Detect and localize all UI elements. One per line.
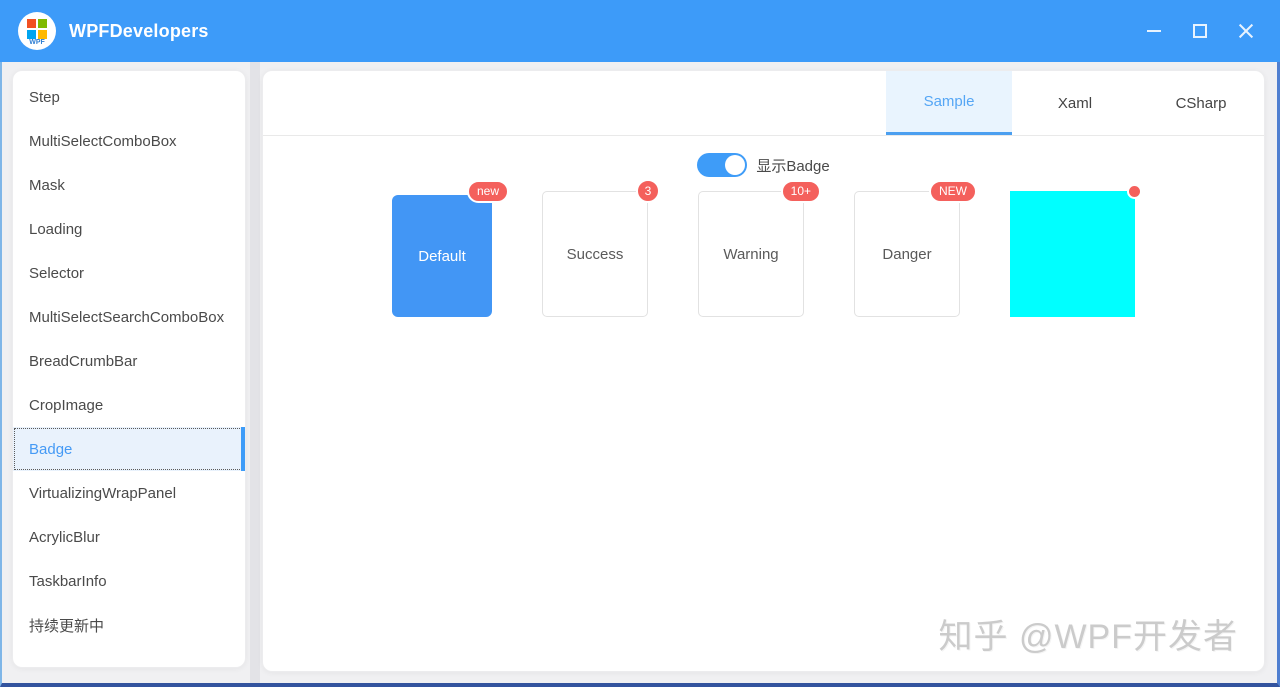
sidebar-item-badge[interactable]: Badge [13, 427, 245, 471]
logo-text: WPF [29, 39, 45, 47]
sidebar-item-breadcrumbbar[interactable]: BreadCrumbBar [13, 339, 245, 383]
close-icon [1238, 23, 1254, 39]
app-logo-icon: WPF [18, 12, 56, 50]
default-button[interactable]: Default [392, 195, 492, 317]
app-body: Step MultiSelectComboBox Mask Loading Se… [0, 62, 1280, 687]
badge-new-caps: NEW [929, 180, 977, 203]
badge-count-3: 3 [636, 179, 660, 203]
maximize-button[interactable] [1184, 15, 1216, 47]
sidebar: Step MultiSelectComboBox Mask Loading Se… [12, 70, 246, 668]
tab-sample[interactable]: Sample [886, 71, 1012, 135]
sidebar-item-step[interactable]: Step [13, 75, 245, 119]
tab-bar: Sample Xaml CSharp [263, 71, 1264, 136]
sidebar-item-mask[interactable]: Mask [13, 163, 245, 207]
app-window: WPF WPFDevelopers Step MultiSelectComboB… [0, 0, 1280, 687]
show-badge-toggle[interactable] [697, 153, 747, 177]
warning-card[interactable]: Warning [698, 191, 804, 317]
sidebar-item-loading[interactable]: Loading [13, 207, 245, 251]
close-button[interactable] [1230, 15, 1262, 47]
sidebar-item-selector[interactable]: Selector [13, 251, 245, 295]
sidebar-item-label: Badge [29, 441, 72, 458]
logo-squares-icon [27, 19, 47, 39]
sidebar-item-multiselectcombobox[interactable]: MultiSelectComboBox [13, 119, 245, 163]
toggle-row: 显示Badge [263, 136, 1264, 177]
sidebar-item-virtualizingwrappanel[interactable]: VirtualizingWrapPanel [13, 471, 245, 515]
badge-card-warning: Warning 10+ [698, 191, 804, 317]
titlebar: WPF WPFDevelopers [0, 0, 1280, 62]
window-controls [1138, 15, 1262, 47]
badge-examples-row: Default new Success 3 Warning 10+ Danger… [263, 191, 1264, 317]
logo-square-green [38, 19, 47, 28]
minimize-button[interactable] [1138, 15, 1170, 47]
badge-card-danger: Danger NEW [854, 191, 960, 317]
sample-content: 显示Badge Default new Success 3 Warning 10… [263, 136, 1264, 672]
sidebar-item-cropimage[interactable]: CropImage [13, 383, 245, 427]
badge-dot [1127, 184, 1142, 199]
badge-card-cyan [1010, 191, 1135, 317]
sidebar-item-multiselectsearchcombobox[interactable]: MultiSelectSearchComboBox [13, 295, 245, 339]
sidebar-item-taskbarinfo[interactable]: TaskbarInfo [13, 559, 245, 603]
logo-square-blue [27, 30, 36, 39]
logo-square-red [27, 19, 36, 28]
danger-card[interactable]: Danger [854, 191, 960, 317]
badge-card-default: Default new [392, 191, 492, 317]
badge-count-10plus: 10+ [781, 180, 821, 203]
minimize-icon [1147, 30, 1161, 32]
success-card[interactable]: Success [542, 191, 648, 317]
splitter-handle[interactable] [250, 62, 260, 683]
tab-xaml[interactable]: Xaml [1012, 71, 1138, 135]
toggle-label: 显示Badge [756, 155, 829, 176]
logo-square-yellow [38, 30, 47, 39]
main-panel: Sample Xaml CSharp 显示Badge Default new [262, 70, 1265, 672]
badge-card-success: Success 3 [542, 191, 648, 317]
toggle-knob [725, 155, 745, 175]
sidebar-item-more-updates[interactable]: 持续更新中 [13, 603, 245, 647]
selected-indicator [241, 427, 245, 471]
badge-new: new [467, 180, 509, 203]
app-title: WPFDevelopers [69, 21, 209, 42]
sidebar-item-acrylicblur[interactable]: AcrylicBlur [13, 515, 245, 559]
tab-csharp[interactable]: CSharp [1138, 71, 1264, 135]
cyan-block[interactable] [1010, 191, 1135, 317]
watermark-text: 知乎 @WPF开发者 [939, 609, 1239, 658]
maximize-icon [1193, 24, 1207, 38]
